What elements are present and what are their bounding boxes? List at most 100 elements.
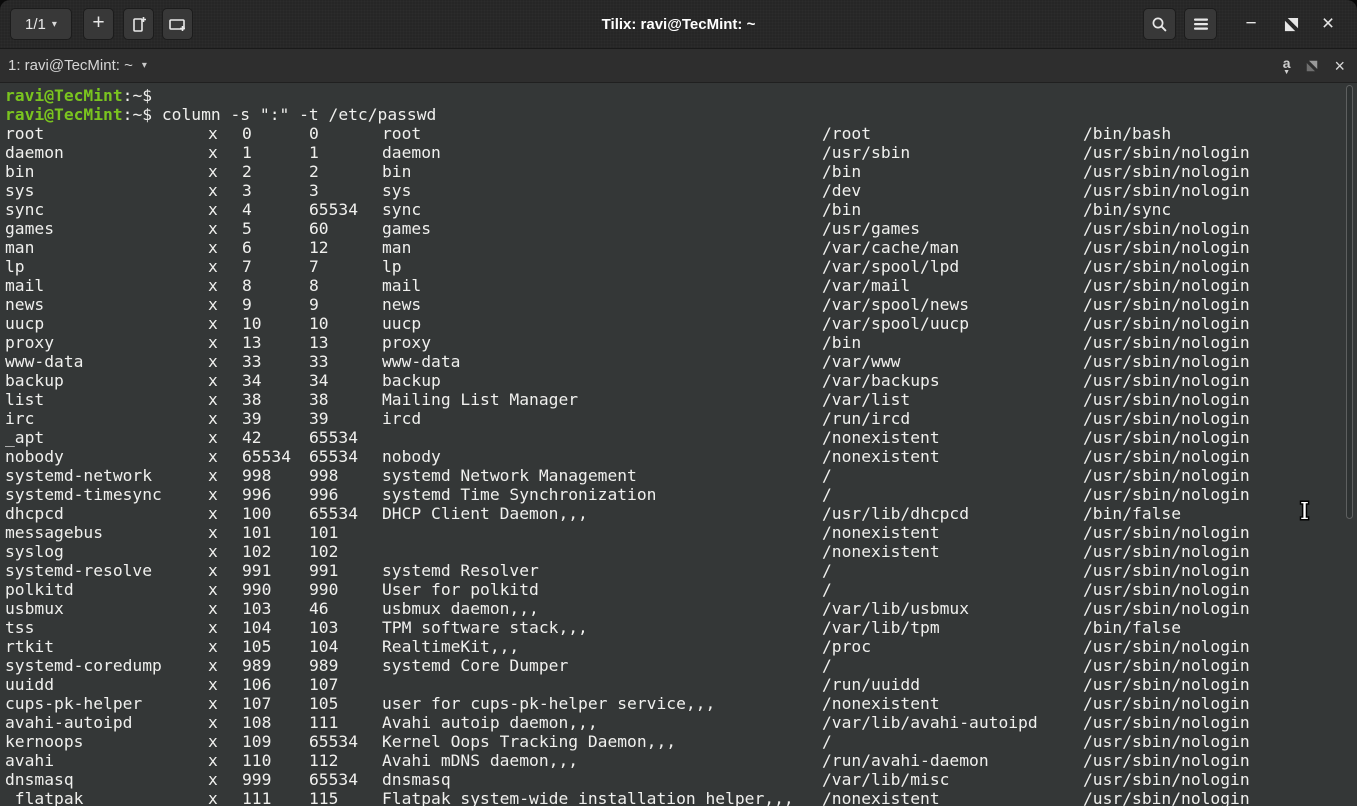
passwd-description: TPM software stack,,, <box>382 618 588 637</box>
passwd-shell: /usr/sbin/nologin <box>1083 656 1250 675</box>
passwd-shell: /usr/sbin/nologin <box>1083 219 1250 238</box>
passwd-password: x <box>208 523 218 542</box>
split-terminal-right-button[interactable] <box>123 8 154 40</box>
passwd-gid: 989 <box>309 656 338 675</box>
passwd-row: cups-pk-helperx107105user for cups-pk-he… <box>5 694 1357 713</box>
passwd-row: ircx3939ircd/run/ircd/usr/sbin/nologin <box>5 409 1357 428</box>
passwd-description: ircd <box>382 409 421 428</box>
passwd-password: x <box>208 219 218 238</box>
passwd-row: systemd-networkx998998systemd Network Ma… <box>5 466 1357 485</box>
command: column -s ":" -t /etc/passwd <box>162 105 436 124</box>
passwd-uid: 998 <box>242 466 271 485</box>
search-button[interactable] <box>1143 8 1176 40</box>
maximize-terminal-icon <box>1306 60 1318 72</box>
titlebar-right: − × <box>1135 8 1345 40</box>
passwd-password: x <box>208 542 218 561</box>
passwd-uid: 105 <box>242 637 271 656</box>
passwd-shell: /usr/sbin/nologin <box>1083 694 1250 713</box>
passwd-home: / <box>822 732 832 751</box>
passwd-password: x <box>208 257 218 276</box>
split-terminal-down-button[interactable] <box>162 8 193 40</box>
passwd-username: lp <box>5 257 25 276</box>
new-session-button[interactable]: + <box>83 8 114 40</box>
passwd-home: /root <box>822 124 871 143</box>
passwd-username: list <box>5 390 44 409</box>
passwd-shell: /usr/sbin/nologin <box>1083 314 1250 333</box>
terminal-scrollbar[interactable] <box>1346 85 1353 519</box>
passwd-description: Avahi mDNS daemon,,, <box>382 751 578 770</box>
session-switcher-button[interactable]: 1/1 ▾ <box>10 8 72 40</box>
passwd-description: systemd Core Dumper <box>382 656 568 675</box>
passwd-shell: /bin/false <box>1083 618 1181 637</box>
passwd-gid: 12 <box>309 238 329 257</box>
passwd-description: nobody <box>382 447 441 466</box>
plus-icon: + <box>92 11 104 35</box>
passwd-uid: 110 <box>242 751 271 770</box>
passwd-row: _aptx4265534/nonexistent/usr/sbin/nologi… <box>5 428 1357 447</box>
menu-button[interactable] <box>1184 8 1217 40</box>
passwd-uid: 2 <box>242 162 252 181</box>
passwd-home: /var/backups <box>822 371 940 390</box>
passwd-username: backup <box>5 371 64 390</box>
passwd-password: x <box>208 143 218 162</box>
passwd-description: sync <box>382 200 421 219</box>
terminal-tab-label: 1: ravi@TecMint: ~ <box>8 57 133 74</box>
prompt-user-host: ravi@TecMint <box>5 105 123 124</box>
passwd-uid: 991 <box>242 561 271 580</box>
passwd-row: dnsmasqx99965534dnsmasq/var/lib/misc/usr… <box>5 770 1357 789</box>
maximize-button[interactable] <box>1271 8 1311 40</box>
passwd-gid: 998 <box>309 466 338 485</box>
passwd-username: www-data <box>5 352 83 371</box>
passwd-uid: 100 <box>242 504 271 523</box>
passwd-row: avahi-autoipdx108111Avahi autoip daemon,… <box>5 713 1357 732</box>
passwd-gid: 38 <box>309 390 329 409</box>
maximize-terminal-button[interactable] <box>1306 60 1318 72</box>
passwd-uid: 38 <box>242 390 262 409</box>
passwd-row: dhcpcdx10065534DHCP Client Daemon,,,/usr… <box>5 504 1357 523</box>
passwd-username: mail <box>5 276 44 295</box>
passwd-home: /var/spool/lpd <box>822 257 959 276</box>
passwd-gid: 996 <box>309 485 338 504</box>
passwd-password: x <box>208 618 218 637</box>
passwd-home: /bin <box>822 200 861 219</box>
minimize-button[interactable]: − <box>1231 8 1271 40</box>
passwd-password: x <box>208 656 218 675</box>
passwd-row: proxyx1313proxy/bin/usr/sbin/nologin <box>5 333 1357 352</box>
passwd-home: /nonexistent <box>822 447 940 466</box>
passwd-username: uuidd <box>5 675 54 694</box>
passwd-row: systemd-resolvex991991systemd Resolver//… <box>5 561 1357 580</box>
passwd-description: www-data <box>382 352 460 371</box>
passwd-username: syslog <box>5 542 64 561</box>
prompt-suffix: :~$ <box>123 86 152 105</box>
passwd-row: lpx77lp/var/spool/lpd/usr/sbin/nologin <box>5 257 1357 276</box>
synchronize-input-icon[interactable]: a ▼ <box>1283 56 1291 76</box>
passwd-gid: 46 <box>309 599 329 618</box>
passwd-gid: 65534 <box>309 200 358 219</box>
passwd-gid: 115 <box>309 789 338 806</box>
passwd-password: x <box>208 428 218 447</box>
passwd-home: /run/avahi-daemon <box>822 751 989 770</box>
passwd-row: mailx88mail/var/mail/usr/sbin/nologin <box>5 276 1357 295</box>
passwd-uid: 103 <box>242 599 271 618</box>
passwd-username: dhcpcd <box>5 504 64 523</box>
passwd-username: systemd-network <box>5 466 152 485</box>
close-terminal-button[interactable]: × <box>1334 57 1345 75</box>
terminal-output[interactable]: ravi@TecMint:~$ ravi@TecMint:~$ column -… <box>0 83 1357 806</box>
passwd-row: backupx3434backup/var/backups/usr/sbin/n… <box>5 371 1357 390</box>
passwd-shell: /usr/sbin/nologin <box>1083 181 1250 200</box>
passwd-description: root <box>382 124 421 143</box>
passwd-home: /run/ircd <box>822 409 910 428</box>
passwd-row: gamesx560games/usr/games/usr/sbin/nologi… <box>5 219 1357 238</box>
passwd-home: /bin <box>822 333 861 352</box>
passwd-home: / <box>822 561 832 580</box>
passwd-username: messagebus <box>5 523 103 542</box>
passwd-description: user for cups-pk-helper service,,, <box>382 694 715 713</box>
passwd-username: uucp <box>5 314 44 333</box>
passwd-row: manx612man/var/cache/man/usr/sbin/nologi… <box>5 238 1357 257</box>
passwd-home: /nonexistent <box>822 694 940 713</box>
terminal-title-dropdown[interactable]: 1: ravi@TecMint: ~ ▾ <box>8 57 147 74</box>
passwd-password: x <box>208 770 218 789</box>
passwd-password: x <box>208 694 218 713</box>
close-button[interactable]: × <box>1311 8 1345 40</box>
passwd-password: x <box>208 504 218 523</box>
